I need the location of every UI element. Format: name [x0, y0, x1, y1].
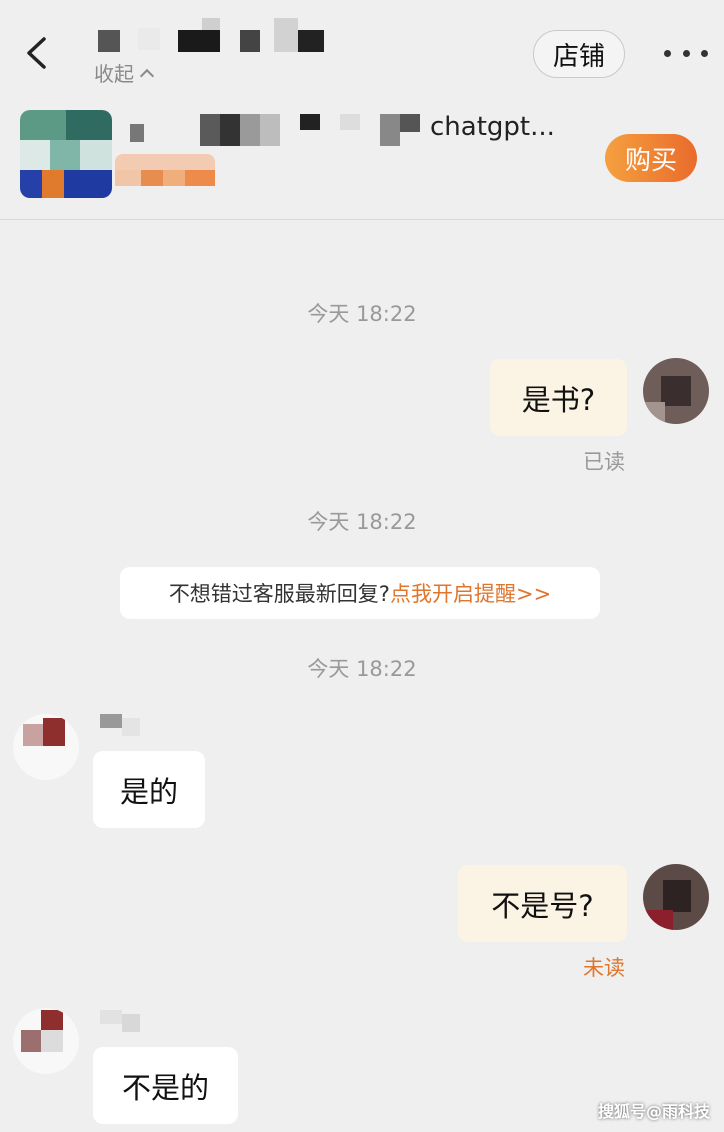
- my-avatar[interactable]: [643, 864, 709, 930]
- my-message-bubble[interactable]: 是书?: [490, 359, 627, 436]
- seller-avatar[interactable]: [13, 1008, 79, 1074]
- store-button[interactable]: 店铺: [533, 30, 625, 78]
- notification-prompt[interactable]: 不想错过客服最新回复? 点我开启提醒>>: [120, 567, 600, 619]
- my-message-bubble[interactable]: 不是号?: [458, 865, 627, 942]
- back-button[interactable]: [18, 30, 54, 76]
- timestamp: 今天 18:22: [307, 510, 417, 534]
- collapse-toggle[interactable]: 收起: [94, 58, 155, 87]
- more-options-icon[interactable]: [664, 40, 708, 66]
- seller-name-redacted: [100, 714, 144, 738]
- chat-header: 收起 店铺 chatgpt... 购买: [0, 0, 724, 220]
- timestamp: 今天 18:22: [307, 657, 417, 681]
- product-thumbnail[interactable]: [20, 110, 112, 198]
- timestamp: 今天 18:22: [307, 302, 417, 326]
- collapse-label: 收起: [94, 62, 134, 86]
- chevron-left-icon: [27, 37, 46, 69]
- seller-avatar[interactable]: [13, 714, 79, 780]
- unread-status: 未读: [583, 956, 625, 980]
- chevron-up-icon: [139, 68, 155, 83]
- buy-button[interactable]: 购买: [605, 134, 697, 182]
- watermark: 搜狐号@雨科技: [597, 1102, 710, 1121]
- product-title-redacted: [130, 110, 425, 146]
- product-name-suffix: chatgpt...: [430, 112, 555, 142]
- shop-name-redacted: [98, 18, 338, 52]
- seller-name-redacted: [100, 1010, 144, 1034]
- my-avatar[interactable]: [643, 358, 709, 424]
- seller-message-bubble[interactable]: 不是的: [93, 1047, 238, 1124]
- seller-message-bubble[interactable]: 是的: [93, 751, 205, 828]
- read-status: 已读: [583, 450, 625, 474]
- enable-notify-link[interactable]: 点我开启提醒>>: [390, 578, 551, 608]
- product-price-redacted: [115, 154, 215, 186]
- notify-text: 不想错过客服最新回复?: [168, 582, 390, 606]
